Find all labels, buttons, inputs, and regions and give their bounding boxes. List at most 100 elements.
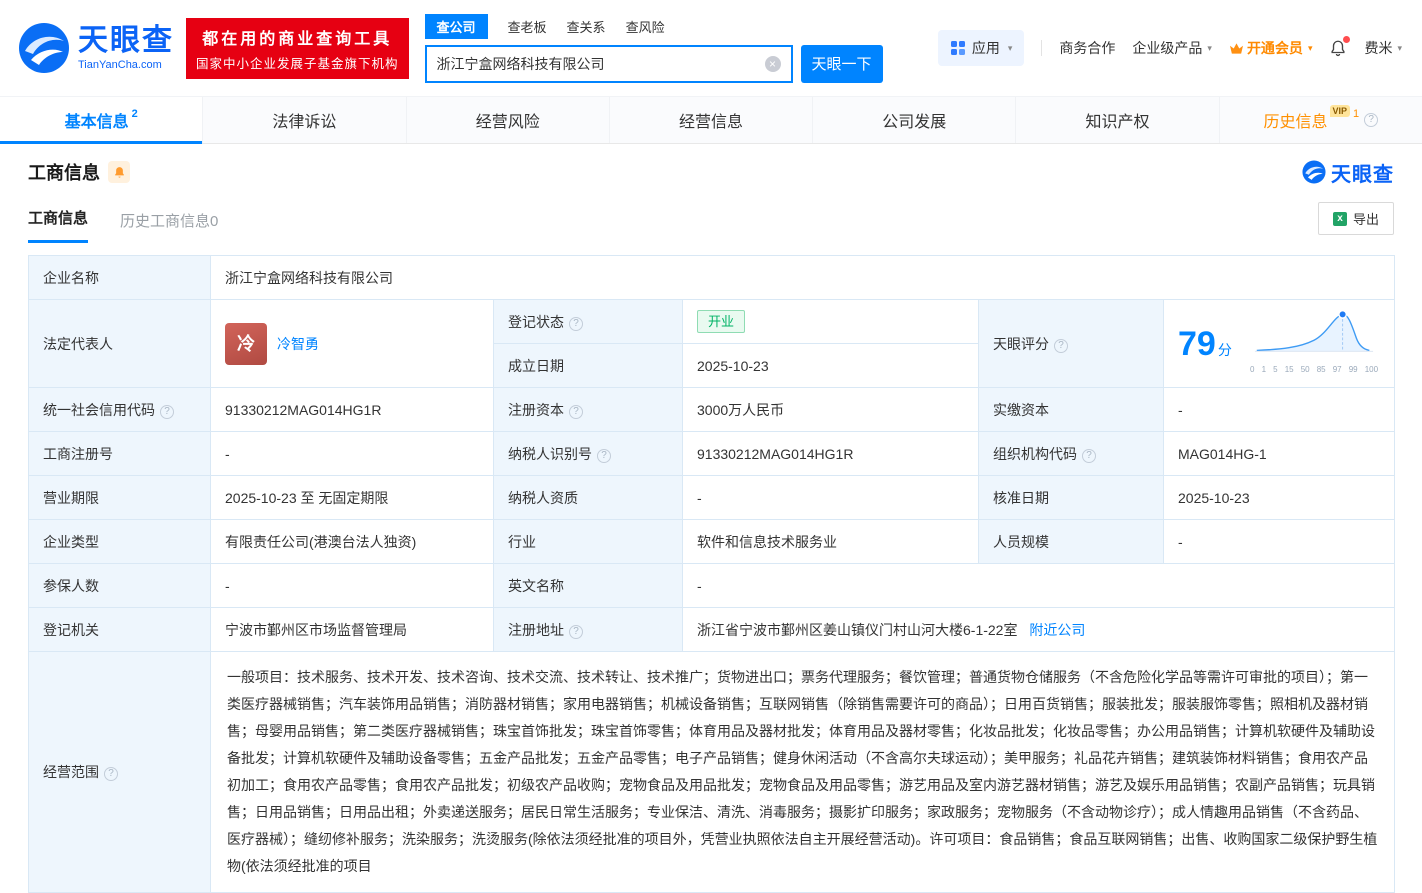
help-icon[interactable]: ? bbox=[1082, 449, 1096, 463]
help-icon[interactable]: ? bbox=[569, 405, 583, 419]
export-button[interactable]: x 导出 bbox=[1318, 202, 1394, 235]
user-menu[interactable]: 费米 ▾ bbox=[1364, 38, 1402, 58]
business-info-table: 企业名称 浙江宁盒网络科技有限公司 法定代表人 冷 冷智勇 登记状态? 开业 天… bbox=[28, 255, 1395, 893]
open-vip-menu[interactable]: 开通会员 ▾ bbox=[1229, 38, 1313, 58]
nearby-companies-link[interactable]: 附近公司 bbox=[1029, 622, 1085, 638]
subtab-business-info[interactable]: 工商信息 bbox=[28, 207, 88, 243]
tab-operation-info[interactable]: 经营信息 bbox=[610, 97, 813, 143]
field-value-paid-capital: - bbox=[1164, 388, 1395, 432]
tab-basic-info[interactable]: 基本信息 2 bbox=[0, 97, 203, 143]
menu-divider bbox=[1041, 40, 1042, 56]
search-button[interactable]: 天眼一下 bbox=[801, 45, 883, 83]
field-value-reg-status: 开业 bbox=[683, 300, 979, 344]
help-icon[interactable]: ? bbox=[569, 317, 583, 331]
field-label-business-term: 营业期限 bbox=[29, 476, 211, 520]
brand-logo-icon bbox=[1302, 160, 1326, 184]
section-title: 工商信息 bbox=[28, 159, 100, 185]
subtab-history-business-info[interactable]: 历史工商信息0 bbox=[120, 210, 218, 243]
field-value-business-scope: 一般项目：技术服务、技术开发、技术咨询、技术交流、技术转让、技术推广；货物进出口… bbox=[211, 652, 1395, 893]
field-value-address: 浙江省宁波市鄞州区姜山镇仪门村山河大楼6-1-22室 附近公司 bbox=[683, 608, 1395, 652]
field-label-text: 组织机构代码 bbox=[993, 446, 1077, 462]
business-cooperation-link[interactable]: 商务合作 bbox=[1059, 38, 1115, 58]
field-label-text: 登记状态 bbox=[508, 314, 564, 330]
field-value-credit-code: 91330212MAG014HG1R bbox=[211, 388, 494, 432]
field-label-org-code: 组织机构代码? bbox=[979, 432, 1164, 476]
monitor-bell-button[interactable] bbox=[108, 161, 130, 183]
help-icon[interactable]: ? bbox=[597, 449, 611, 463]
field-label-reg-capital: 注册资本? bbox=[494, 388, 683, 432]
apps-label: 应用 bbox=[972, 38, 1000, 58]
field-label-text: 注册资本 bbox=[508, 402, 564, 418]
tab-company-development[interactable]: 公司发展 bbox=[813, 97, 1016, 143]
tab-label: 公司发展 bbox=[882, 108, 946, 132]
table-row: 法定代表人 冷 冷智勇 登记状态? 开业 天眼评分? 79分 bbox=[29, 300, 1395, 344]
search-input[interactable] bbox=[427, 56, 765, 72]
field-value-taxpayer-id: 91330212MAG014HG1R bbox=[683, 432, 979, 476]
field-label-taxpayer-id: 纳税人识别号? bbox=[494, 432, 683, 476]
notification-bell[interactable] bbox=[1329, 39, 1347, 57]
chevron-down-icon: ▾ bbox=[1008, 43, 1013, 54]
vip-badge: VIP bbox=[1330, 105, 1351, 117]
slogan-line1: 都在用的商业查询工具 bbox=[196, 25, 399, 49]
status-badge: 开业 bbox=[697, 310, 745, 333]
field-label-text: 经营范围 bbox=[43, 764, 99, 780]
field-value-reg-number: - bbox=[211, 432, 494, 476]
tab-operation-risk[interactable]: 经营风险 bbox=[407, 97, 610, 143]
field-value-industry: 软件和信息技术服务业 bbox=[683, 520, 979, 564]
main-nav-tabs: 基本信息 2 法律诉讼 经营风险 经营信息 公司发展 知识产权 历史信息 VIP… bbox=[0, 96, 1422, 144]
help-icon[interactable]: ? bbox=[569, 625, 583, 639]
excel-icon: x bbox=[1333, 212, 1347, 226]
legal-rep-link[interactable]: 冷智勇 bbox=[277, 334, 319, 354]
bell-icon bbox=[113, 166, 126, 179]
score-unit: 分 bbox=[1218, 342, 1232, 358]
username: 费米 bbox=[1364, 38, 1392, 58]
field-label-credit-code: 统一社会信用代码? bbox=[29, 388, 211, 432]
field-value-approval-date: 2025-10-23 bbox=[1164, 476, 1395, 520]
field-label-legal-rep: 法定代表人 bbox=[29, 300, 211, 388]
search-tab-boss[interactable]: 查老板 bbox=[508, 14, 547, 39]
chevron-down-icon: ▾ bbox=[1207, 43, 1212, 54]
search-area: 查公司 查老板 查关系 查风险 × 天眼一下 bbox=[425, 14, 887, 83]
table-row: 经营范围? 一般项目：技术服务、技术开发、技术咨询、技术交流、技术转让、技术推广… bbox=[29, 652, 1395, 893]
tab-legal-litigation[interactable]: 法律诉讼 bbox=[203, 97, 406, 143]
clear-icon[interactable]: × bbox=[765, 56, 781, 72]
tianyancha-logo[interactable]: 天眼查 TianYanCha.com bbox=[18, 22, 174, 74]
field-label-english-name: 英文名称 bbox=[494, 564, 683, 608]
enterprise-products-menu[interactable]: 企业级产品 ▾ bbox=[1132, 38, 1212, 58]
avatar[interactable]: 冷 bbox=[225, 323, 267, 365]
field-label-company-name: 企业名称 bbox=[29, 256, 211, 300]
slogan-line2: 国家中小企业发展子基金旗下机构 bbox=[196, 53, 399, 72]
help-icon[interactable]: ? bbox=[1364, 113, 1378, 127]
apps-menu[interactable]: 应用 ▾ bbox=[938, 30, 1025, 66]
field-value-insured: - bbox=[211, 564, 494, 608]
enterprise-products-label: 企业级产品 bbox=[1132, 38, 1202, 58]
help-icon[interactable]: ? bbox=[1054, 339, 1068, 353]
apps-grid-icon bbox=[950, 40, 966, 56]
logo-icon bbox=[18, 22, 70, 74]
tab-badge: 1 bbox=[1353, 108, 1359, 120]
logo-title: 天眼查 bbox=[78, 25, 174, 57]
tab-label: 知识产权 bbox=[1086, 108, 1150, 132]
field-label-establish-date: 成立日期 bbox=[494, 344, 683, 388]
search-tab-relation[interactable]: 查关系 bbox=[567, 14, 606, 39]
field-value-legal-rep: 冷 冷智勇 bbox=[211, 300, 494, 388]
address-text: 浙江省宁波市鄞州区姜山镇仪门村山河大楼6-1-22室 bbox=[697, 622, 1017, 638]
help-icon[interactable]: ? bbox=[104, 767, 118, 781]
slogan-banner: 都在用的商业查询工具 国家中小企业发展子基金旗下机构 bbox=[186, 18, 409, 79]
field-label-reg-number: 工商注册号 bbox=[29, 432, 211, 476]
help-icon[interactable]: ? bbox=[160, 405, 174, 419]
field-label-company-type: 企业类型 bbox=[29, 520, 211, 564]
field-value-org-code: MAG014HG-1 bbox=[1164, 432, 1395, 476]
search-tab-risk[interactable]: 查风险 bbox=[626, 14, 665, 39]
tab-label: 经营信息 bbox=[679, 108, 743, 132]
search-tab-company[interactable]: 查公司 bbox=[425, 14, 488, 39]
tab-label: 经营风险 bbox=[476, 108, 540, 132]
field-label-business-scope: 经营范围? bbox=[29, 652, 211, 893]
tab-history-info[interactable]: 历史信息 VIP 1 ? bbox=[1220, 97, 1422, 143]
field-value-company-name: 浙江宁盒网络科技有限公司 bbox=[211, 256, 1395, 300]
chevron-down-icon: ▾ bbox=[1308, 43, 1313, 54]
brand-name: 天眼查 bbox=[1331, 158, 1394, 187]
table-row: 统一社会信用代码? 91330212MAG014HG1R 注册资本? 3000万… bbox=[29, 388, 1395, 432]
field-value-taxpayer-quality: - bbox=[683, 476, 979, 520]
tab-intellectual-property[interactable]: 知识产权 bbox=[1016, 97, 1219, 143]
